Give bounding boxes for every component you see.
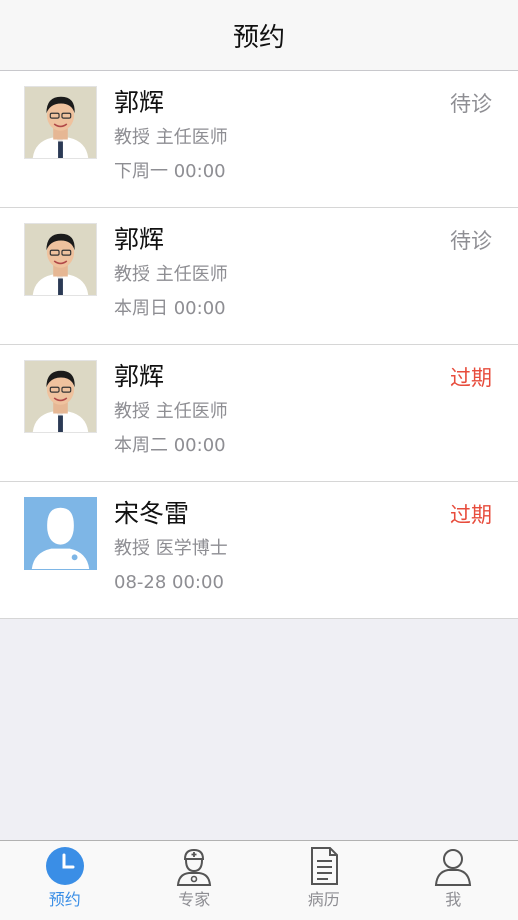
tab-appointments[interactable]: 预约	[0, 841, 130, 920]
doctor-avatar	[24, 360, 97, 433]
tab-records[interactable]: 病历	[259, 841, 389, 920]
tab-bar: 预约 专家 病历 我	[0, 840, 518, 920]
doctor-photo-icon	[25, 87, 96, 158]
status-badge: 过期	[450, 503, 492, 527]
doctor-photo-icon	[25, 224, 96, 295]
status-badge: 过期	[450, 366, 492, 390]
tab-label: 病历	[307, 890, 340, 909]
clock-icon	[45, 846, 85, 886]
default-avatar	[24, 497, 97, 570]
appointment-row[interactable]: 宋冬雷 教授 医学博士 08-28 00:00 过期	[0, 482, 518, 619]
appointment-time: 本周二 00:00	[114, 435, 226, 456]
appointment-time: 下周一 00:00	[114, 161, 226, 182]
page-title: 预约	[232, 22, 285, 53]
tab-label: 我	[445, 890, 462, 909]
appointment-time: 08-28 00:00	[114, 572, 224, 593]
doctor-name: 郭辉	[114, 225, 165, 254]
doctor-name: 郭辉	[114, 88, 165, 117]
status-badge: 待诊	[450, 229, 492, 253]
appointment-row[interactable]: 郭辉 教授 主任医师 下周一 00:00 待诊	[0, 71, 518, 208]
doctor-title: 教授 主任医师	[114, 264, 228, 285]
doctor-title: 教授 主任医师	[114, 127, 228, 148]
default-avatar-icon	[25, 498, 96, 569]
appointment-time: 本周日 00:00	[114, 298, 226, 319]
nurse-icon	[174, 846, 214, 886]
doctor-avatar	[24, 86, 97, 159]
tab-experts[interactable]: 专家	[130, 841, 260, 920]
navigation-bar: 预约	[0, 0, 518, 71]
appointment-row[interactable]: 郭辉 教授 主任医师 本周二 00:00 过期	[0, 345, 518, 482]
doctor-title: 教授 主任医师	[114, 401, 228, 422]
appointment-row[interactable]: 郭辉 教授 主任医师 本周日 00:00 待诊	[0, 208, 518, 345]
tab-label: 专家	[178, 890, 211, 909]
user-icon	[433, 846, 473, 886]
document-icon	[304, 846, 344, 886]
doctor-photo-icon	[25, 361, 96, 432]
doctor-name: 郭辉	[114, 362, 165, 391]
status-badge: 待诊	[450, 92, 492, 116]
tab-me[interactable]: 我	[389, 841, 518, 920]
appointment-list: 郭辉 教授 主任医师 下周一 00:00 待诊 郭辉 教授 主任医师 本周日 0…	[0, 71, 518, 619]
doctor-title: 教授 医学博士	[114, 538, 228, 559]
doctor-name: 宋冬雷	[114, 499, 190, 528]
tab-label: 预约	[48, 890, 81, 909]
doctor-avatar	[24, 223, 97, 296]
